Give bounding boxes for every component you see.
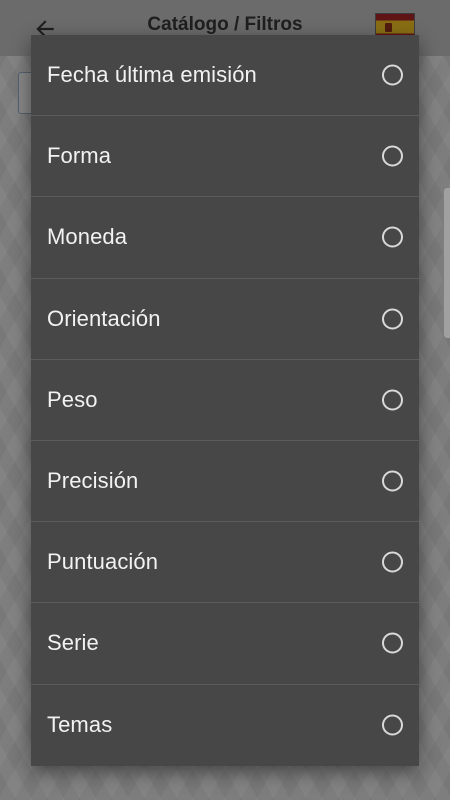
filter-option-peso[interactable]: Peso bbox=[31, 360, 419, 441]
option-label: Forma bbox=[47, 143, 112, 169]
filter-option-serie[interactable]: Serie bbox=[31, 603, 419, 685]
radio-button-icon[interactable] bbox=[382, 389, 403, 411]
option-label: Peso bbox=[47, 386, 98, 412]
filter-option-precision[interactable]: Precisión bbox=[31, 441, 419, 523]
option-label: Serie bbox=[47, 630, 99, 656]
filter-option-temas[interactable]: Temas bbox=[31, 685, 419, 766]
radio-button-icon[interactable] bbox=[382, 145, 403, 167]
radio-button-icon[interactable] bbox=[382, 714, 403, 736]
filter-options-dialog: Fecha última emisión Forma Moneda Orient… bbox=[31, 35, 419, 766]
option-label: Fecha última emisión bbox=[47, 62, 257, 88]
radio-button-icon[interactable] bbox=[382, 551, 403, 573]
option-label: Moneda bbox=[47, 224, 128, 250]
radio-button-icon[interactable] bbox=[382, 226, 403, 248]
option-label: Puntuación bbox=[47, 549, 159, 575]
option-label: Precisión bbox=[47, 468, 139, 494]
radio-button-icon[interactable] bbox=[382, 64, 403, 86]
radio-button-icon[interactable] bbox=[382, 470, 403, 492]
radio-button-icon[interactable] bbox=[382, 632, 403, 654]
option-label: Orientación bbox=[47, 305, 161, 331]
filter-option-forma[interactable]: Forma bbox=[31, 116, 419, 198]
filter-option-moneda[interactable]: Moneda bbox=[31, 197, 419, 279]
filter-option-puntuacion[interactable]: Puntuación bbox=[31, 522, 419, 604]
radio-button-icon[interactable] bbox=[382, 308, 403, 330]
option-label: Temas bbox=[47, 712, 113, 738]
filter-option-fecha-ultima-emision[interactable]: Fecha última emisión bbox=[31, 35, 419, 117]
filter-option-orientacion[interactable]: Orientación bbox=[31, 279, 419, 360]
